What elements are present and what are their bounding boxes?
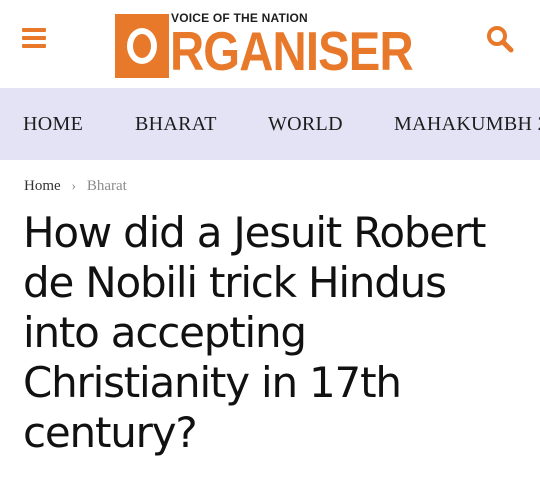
site-logo[interactable]: VOICE OF THE NATION RGANISER (115, 8, 425, 82)
breadcrumb-home-link[interactable]: Home (24, 178, 61, 194)
nav-item-home[interactable]: HOME (23, 112, 83, 136)
search-icon-graphic (487, 26, 514, 53)
article-title-line: How did a Jesuit Robert (23, 208, 486, 257)
article-title-line: century? (23, 408, 198, 457)
nav-item-mahakumbh[interactable]: MAHAKUMBH 2 (394, 112, 540, 136)
logo-o-ring (127, 28, 157, 64)
chevron-right-icon: › (71, 179, 77, 194)
article-title-line: Christianity in 17th (23, 358, 402, 407)
nav-item-world[interactable]: WORLD (268, 112, 343, 136)
nav-item-bharat[interactable]: BHARAT (135, 112, 217, 136)
hamburger-menu-icon[interactable] (22, 26, 48, 52)
article-title-line: de Nobili trick Hindus (23, 258, 447, 307)
article-title-line: into accepting (23, 308, 307, 357)
menu-bar (22, 44, 46, 48)
search-icon[interactable] (485, 24, 515, 54)
breadcrumb: Home › Bharat (24, 176, 127, 197)
menu-bar (22, 36, 46, 40)
site-header: VOICE OF THE NATION RGANISER (0, 0, 540, 88)
main-navigation: HOME BHARAT WORLD MAHAKUMBH 2 (0, 88, 540, 160)
menu-bar (22, 28, 46, 32)
logo-o-mark (115, 14, 169, 78)
breadcrumb-category-link[interactable]: Bharat (87, 178, 127, 194)
article-title: How did a Jesuit Robert de Nobili trick … (23, 208, 523, 458)
logo-wordmark: RGANISER (170, 20, 414, 82)
